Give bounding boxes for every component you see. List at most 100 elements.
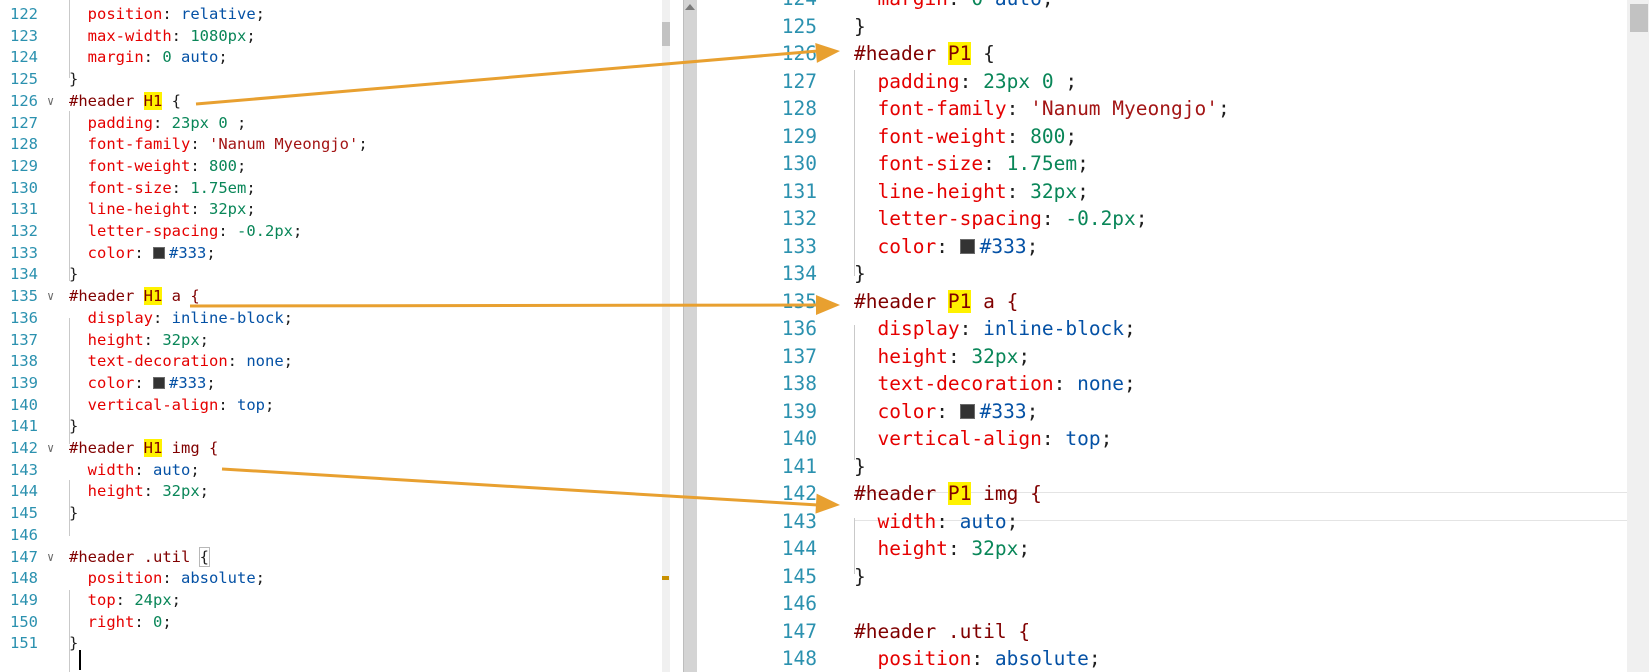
code-line[interactable]: 135 #header P1 a { <box>697 288 1649 317</box>
code-line[interactable]: 144 height: 32px; <box>697 535 1649 564</box>
left-code-editor[interactable]: 122 position: relative; 123 max-width: 10… <box>0 0 670 672</box>
code-token: height <box>877 344 948 368</box>
code-line[interactable]: 130 font-size: 1.75em; <box>697 150 1649 179</box>
color-swatch-icon[interactable] <box>153 376 166 389</box>
code-line[interactable]: 138 text-decoration: none; <box>0 350 670 373</box>
code-line[interactable]: 133 color: #333; <box>697 233 1649 262</box>
color-swatch-icon[interactable] <box>959 403 975 419</box>
code-line[interactable]: 149 top: 24px; <box>0 589 670 612</box>
code-line[interactable]: 141} <box>0 415 670 438</box>
code-line[interactable]: 137 height: 32px; <box>0 329 670 352</box>
code-line[interactable]: 132 letter-spacing: -0.2px; <box>0 220 670 243</box>
code-line[interactable]: 129 font-weight: 800; <box>697 123 1649 152</box>
code-line[interactable]: 143 width: auto; <box>697 508 1649 537</box>
code-token: vertical-align <box>877 427 1042 450</box>
code-line[interactable]: 146 <box>0 524 670 547</box>
left-scrollbar-thumb[interactable] <box>662 22 670 46</box>
code-line[interactable]: 126 ∨ #header H1 { <box>0 90 670 113</box>
code-line[interactable]: 148 position: absolute; <box>0 567 670 590</box>
code-line[interactable]: 137 height: 32px; <box>697 343 1649 372</box>
right-vertical-scrollbar[interactable] <box>1627 0 1649 672</box>
code-text: vertical-align: top; <box>854 425 1112 454</box>
code-line[interactable]: 134} <box>697 260 1649 289</box>
code-line[interactable]: 135 ∨ #header H1 a { <box>0 285 670 308</box>
code-token: height <box>87 330 144 349</box>
code-line[interactable]: 148 position: absolute; <box>697 645 1649 672</box>
code-token: ; <box>1088 647 1101 670</box>
code-line[interactable]: 139 color: #333; <box>0 372 670 395</box>
code-line[interactable]: 127 padding: 23px 0 ; <box>697 68 1649 97</box>
code-line[interactable]: 151} <box>0 632 670 655</box>
code-line[interactable]: 144 height: 32px; <box>0 480 670 503</box>
code-line[interactable]: 129 font-weight: 800; <box>0 155 670 178</box>
line-number: 145 <box>781 564 817 588</box>
code-line[interactable]: 140 vertical-align: top; <box>697 425 1649 454</box>
code-line[interactable]: 133 color: #333; <box>0 242 670 265</box>
code-token: #header <box>854 482 948 505</box>
scroll-up-arrow-icon[interactable] <box>685 4 695 10</box>
code-line[interactable]: 136 display: inline-block; <box>697 315 1649 344</box>
code-line[interactable]: 147 #header .util { <box>697 618 1649 647</box>
code-line[interactable]: 142 #header P1 img { <box>697 480 1649 509</box>
fold-chevron-icon[interactable]: ∨ <box>47 285 61 308</box>
code-text: right: 0; <box>69 611 172 634</box>
code-line[interactable]: 138 text-decoration: none; <box>697 370 1649 399</box>
code-line[interactable]: 140 vertical-align: top; <box>0 394 670 417</box>
code-token: 1.75em <box>1006 152 1078 175</box>
code-token: ; <box>246 26 256 45</box>
code-line[interactable]: 127 padding: 23px 0 ; <box>0 112 670 135</box>
code-line[interactable]: 128 font-family: 'Nanum Myeongjo'; <box>697 95 1649 124</box>
code-text: padding: 23px 0 ; <box>854 68 1077 97</box>
code-token: ; <box>293 222 303 240</box>
right-code-editor[interactable]: 124 margin: 0 auto;125}126#header P1 {12… <box>697 0 1649 672</box>
code-token: 32px <box>971 344 1019 368</box>
code-line[interactable]: 145} <box>0 502 670 525</box>
code-token: : <box>948 0 971 10</box>
line-number: 139 <box>781 399 817 423</box>
code-line[interactable]: 126 #header P1 { <box>697 40 1649 69</box>
code-line[interactable]: 131 line-height: 32px; <box>0 198 670 221</box>
code-line[interactable]: 132 letter-spacing: -0.2px; <box>697 205 1649 234</box>
code-line[interactable]: 124 margin: 0 auto; <box>0 46 670 69</box>
line-number: 134 <box>781 262 817 285</box>
color-swatch-icon[interactable] <box>959 238 975 254</box>
code-line[interactable]: 128 font-family: 'Nanum Myeongjo'; <box>0 133 670 156</box>
code-token: } <box>854 564 866 588</box>
code-token: : <box>936 234 960 258</box>
fold-chevron-icon[interactable]: ∨ <box>47 546 61 569</box>
code-line[interactable]: 125} <box>697 13 1649 42</box>
left-vertical-scrollbar[interactable] <box>662 0 670 672</box>
pane-splitter[interactable] <box>684 0 697 672</box>
code-token: margin <box>87 48 144 67</box>
line-number: 135 <box>10 287 38 306</box>
line-number: 132 <box>10 222 38 240</box>
code-token: } <box>854 14 866 38</box>
code-line[interactable]: 146 <box>697 590 1649 619</box>
code-line[interactable]: 145} <box>697 563 1649 592</box>
code-token: 0 <box>153 612 163 631</box>
fold-chevron-icon[interactable]: ∨ <box>47 90 61 113</box>
code-line[interactable]: 125} <box>0 68 670 91</box>
line-number: 124 <box>10 48 38 67</box>
code-line[interactable]: 150 right: 0; <box>0 611 670 634</box>
code-line[interactable]: 147 ∨ #header .util { <box>0 546 670 569</box>
code-line[interactable]: 143 width: auto; <box>0 459 670 482</box>
right-scrollbar-thumb[interactable] <box>1630 4 1648 32</box>
code-line[interactable]: 136 display: inline-block; <box>0 307 670 330</box>
code-line[interactable]: 141} <box>697 453 1649 482</box>
code-line[interactable]: 139 color: #333; <box>697 398 1649 427</box>
code-line[interactable]: 134} <box>0 263 670 286</box>
fold-chevron-icon[interactable]: ∨ <box>47 437 61 460</box>
code-line[interactable]: 142 ∨ #header H1 img { <box>0 437 670 460</box>
code-line[interactable]: 123 max-width: 1080px; <box>0 25 670 48</box>
code-text: text-decoration: none; <box>854 370 1135 399</box>
code-line[interactable]: 122 position: relative; <box>0 3 670 26</box>
code-line[interactable]: 130 font-size: 1.75em; <box>0 177 670 200</box>
color-swatch-icon[interactable] <box>153 246 166 259</box>
code-line[interactable]: 124 margin: 0 auto; <box>697 0 1649 14</box>
code-line[interactable]: 131 line-height: 32px; <box>697 178 1649 207</box>
